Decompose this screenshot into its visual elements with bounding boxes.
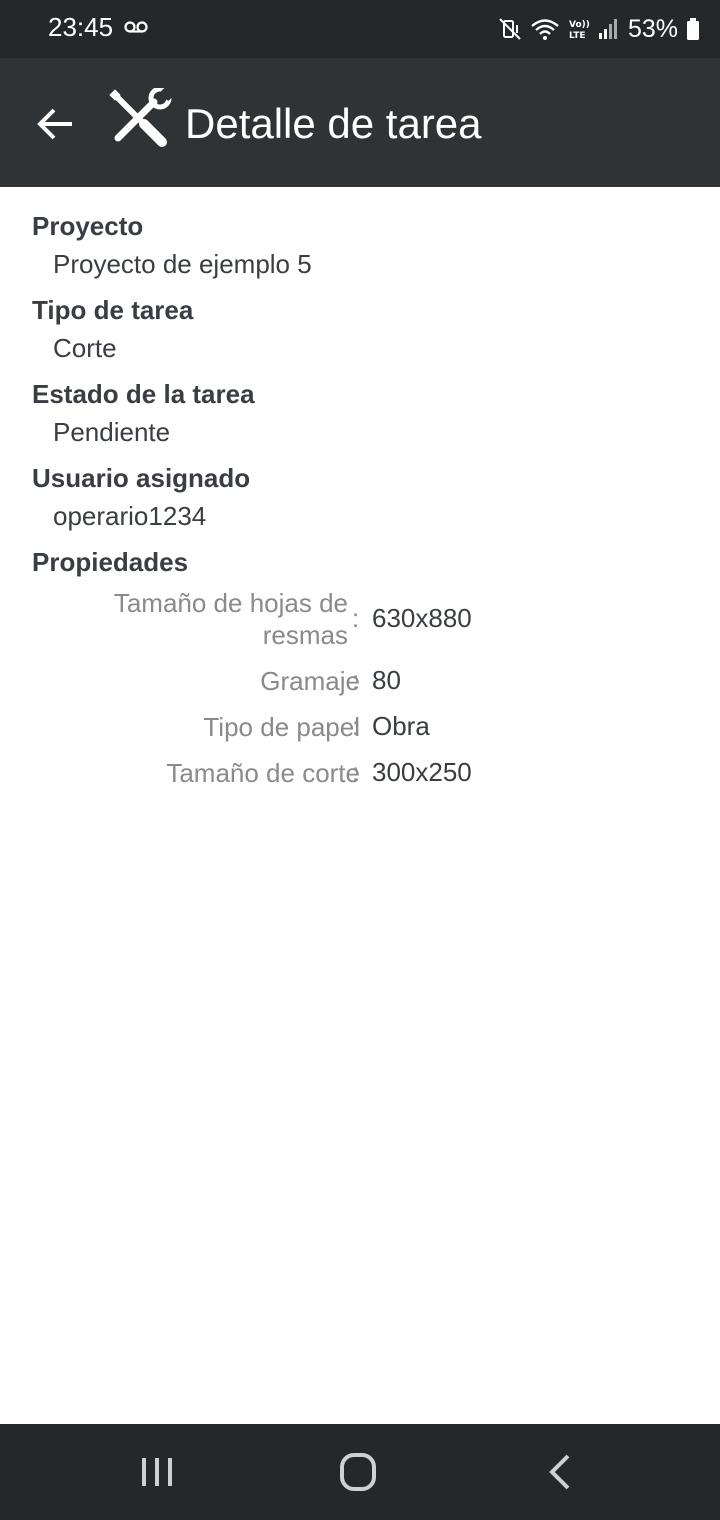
nav-back-button[interactable] bbox=[530, 1452, 590, 1492]
back-button[interactable] bbox=[30, 98, 82, 150]
svg-text:LTE: LTE bbox=[569, 31, 586, 41]
property-value: 300x250 bbox=[372, 757, 472, 787]
task-type-value: Corte bbox=[53, 333, 117, 363]
property-separator: : bbox=[352, 757, 360, 787]
signal-icon bbox=[598, 17, 618, 41]
project-value: Proyecto de ejemplo 5 bbox=[53, 249, 312, 279]
voicemail-icon bbox=[124, 20, 148, 39]
system-nav-bar bbox=[0, 1424, 720, 1520]
property-key: Tamaño de corte bbox=[166, 758, 360, 788]
task-state-label: Estado de la tarea bbox=[32, 379, 255, 409]
back-icon bbox=[530, 1454, 590, 1496]
status-bar: 23:45 Vo)) LTE 53% bbox=[0, 0, 720, 58]
tools-icon bbox=[108, 86, 178, 148]
properties-label: Propiedades bbox=[32, 547, 189, 577]
task-type-label: Tipo de tarea bbox=[32, 295, 194, 325]
volte-icon: Vo)) LTE bbox=[568, 17, 590, 41]
property-key: Tamaño de hojas de resmas bbox=[114, 587, 348, 651]
property-value: 630x880 bbox=[372, 603, 472, 633]
assigned-user-label: Usuario asignado bbox=[32, 463, 251, 493]
assigned-user-value: operario1234 bbox=[53, 501, 207, 531]
home-icon bbox=[328, 1453, 388, 1496]
property-value: 80 bbox=[372, 665, 401, 695]
property-separator: : bbox=[352, 603, 360, 633]
app-bar: Detalle de tarea bbox=[0, 58, 720, 187]
status-time: 23:45 bbox=[48, 12, 114, 42]
svg-text:Vo)): Vo)) bbox=[569, 20, 590, 30]
property-key: Tipo de papel bbox=[203, 712, 360, 742]
wifi-icon bbox=[530, 17, 560, 41]
property-separator: : bbox=[352, 665, 360, 695]
vibrate-mute-icon bbox=[498, 17, 522, 41]
property-key-line: Tamaño de hojas de bbox=[113, 588, 348, 618]
project-label: Proyecto bbox=[32, 211, 144, 241]
back-arrow-icon bbox=[30, 108, 82, 154]
home-button[interactable] bbox=[328, 1452, 388, 1492]
recent-apps-button[interactable] bbox=[128, 1452, 188, 1492]
battery-percent: 53% bbox=[627, 14, 678, 43]
property-value: Obra bbox=[372, 711, 430, 741]
property-key: Gramaje bbox=[260, 666, 360, 696]
task-state-value: Pendiente bbox=[53, 417, 171, 447]
status-icons: Vo)) LTE 53% bbox=[498, 10, 700, 48]
recent-apps-icon bbox=[128, 1458, 188, 1496]
battery-icon bbox=[686, 17, 700, 41]
page-title: Detalle de tarea bbox=[185, 100, 482, 147]
property-separator: : bbox=[352, 711, 360, 741]
property-key-line: resmas bbox=[262, 620, 348, 650]
